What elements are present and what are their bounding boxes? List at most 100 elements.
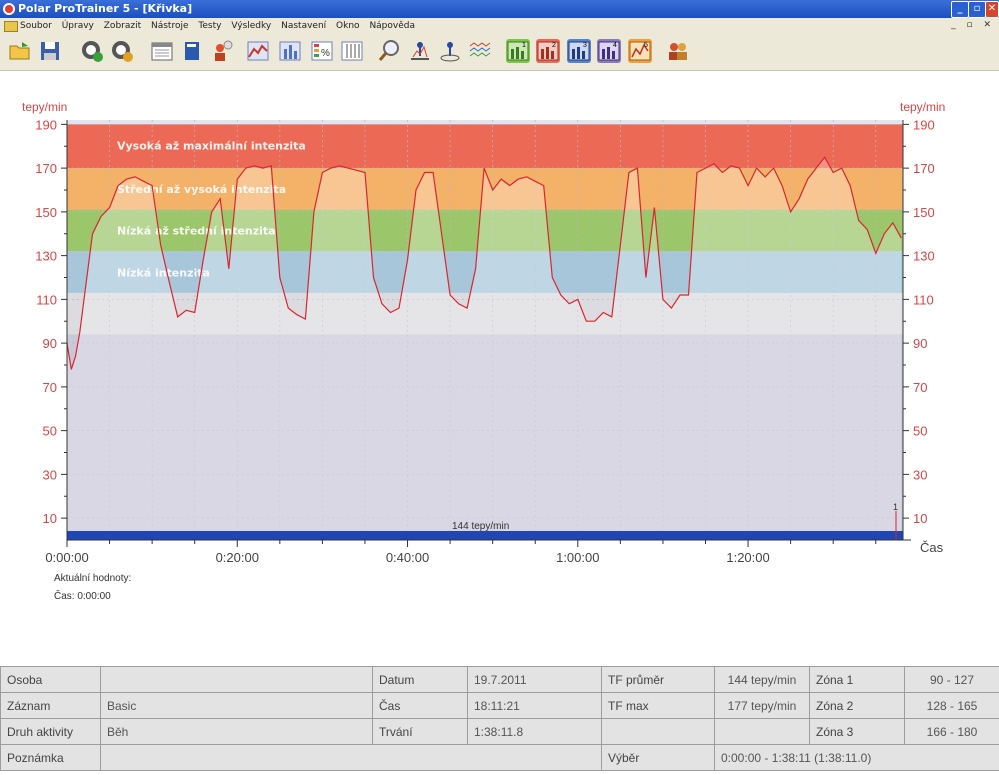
label-trvani: Trvání [372, 718, 468, 745]
value-zona-2: 128 - 165 [904, 692, 999, 719]
y-tick-label-left: 190 [35, 117, 57, 132]
menu-upravy[interactable]: Úpravy [62, 21, 94, 31]
table-row: Záznam Basic Čas 18:11:21 TF max 177 tep… [0, 692, 999, 719]
x-axis-label: Čas [920, 540, 944, 555]
menu-zobrazit[interactable]: Zobrazit [104, 21, 141, 31]
value-vyber: 0:00:00 - 1:38:11 (1:38:11.0) [714, 744, 999, 771]
save-icon[interactable] [38, 39, 62, 63]
label-vyber: Výběr [601, 744, 715, 771]
calendar-icon[interactable] [150, 39, 174, 63]
average-bar-label: 144 tepy/min [452, 521, 509, 532]
y-tick-label-right: 150 [913, 205, 935, 220]
open-folder-icon[interactable] [8, 39, 32, 63]
session-info-table: Osoba Datum 19.7.2011 TF průměr 144 tepy… [0, 666, 999, 771]
label-cas: Čas [372, 692, 468, 719]
maximize-button[interactable]: ▫ [968, 1, 986, 18]
y-tick-label-right: 130 [913, 249, 935, 264]
y-tick-label-left: 150 [35, 205, 57, 220]
menu-nastroje[interactable]: Nástroje [151, 21, 189, 31]
sync-icon[interactable] [80, 39, 104, 63]
value-trvani: 1:38:11.8 [467, 718, 602, 745]
view2-icon[interactable]: 2 [536, 39, 560, 63]
users-icon[interactable] [666, 39, 690, 63]
value-zona-3: 166 - 180 [904, 718, 999, 745]
current-time-label: Čas: 0:00:00 [54, 591, 111, 602]
view1-icon[interactable]: 1 [506, 39, 530, 63]
empty-cell [601, 718, 715, 745]
table-row: Druh aktivity Běh Trvání 1:38:11.8 Zóna … [0, 718, 999, 745]
y-tick-label-right: 110 [913, 292, 934, 307]
x-tick-label: 0:40:00 [386, 550, 429, 565]
multi-curve-icon[interactable] [468, 39, 492, 63]
top-band [67, 120, 903, 125]
close-button[interactable]: ✕ [985, 1, 999, 18]
view3-icon[interactable]: 3 [567, 39, 591, 63]
y-axis-label-right: tepy/min [900, 100, 945, 114]
mdi-controls[interactable]: _ ▫ ✕ [951, 20, 995, 30]
menu-soubor[interactable]: Soubor [20, 21, 52, 31]
lap-marker-label: 1 [893, 502, 898, 512]
menu-vysledky[interactable]: Výsledky [231, 21, 271, 31]
label-zona-2: Zóna 2 [809, 692, 905, 719]
table-row: Osoba Datum 19.7.2011 TF průměr 144 tepy… [0, 666, 999, 693]
label-tf-prumer: TF průměr [601, 666, 715, 693]
menu-nastaveni[interactable]: Nastavení [281, 21, 326, 31]
menu-testy[interactable]: Testy [198, 21, 221, 31]
heart-rate-chart[interactable]: Vysoká až maximální intenzita Střední až … [0, 71, 999, 661]
svg-text:5: 5 [644, 42, 648, 49]
value-tf-prumer: 144 tepy/min [714, 666, 810, 693]
label-zona-1: Zóna 1 [809, 666, 905, 693]
menu-bar: Soubor Úpravy Zobrazit Nástroje Testy Vý… [0, 18, 999, 34]
table-icon[interactable] [340, 39, 364, 63]
average-bar [67, 531, 903, 540]
y-axis-label-left: tepy/min [22, 100, 67, 114]
document-icon [4, 21, 18, 32]
value-osoba[interactable] [100, 666, 373, 693]
label-druh-aktivity: Druh aktivity [0, 718, 101, 745]
y-tick-label-right: 190 [913, 117, 935, 132]
settings-user-icon[interactable] [110, 39, 134, 63]
window-title: Polar ProTrainer 5 - [Křivka] [18, 2, 193, 15]
toolbar: % 1 2 3 4 5 [0, 34, 999, 71]
y-tick-label-left: 90 [43, 336, 57, 351]
label-datum: Datum [372, 666, 468, 693]
x-tick-label: 1:00:00 [556, 550, 599, 565]
window-titlebar: Polar ProTrainer 5 - [Křivka] _ ▫ ✕ [0, 0, 999, 18]
x-tick-label: 0:20:00 [216, 550, 259, 565]
svg-text:%: % [321, 48, 330, 59]
y-tick-label-right: 10 [913, 511, 927, 526]
y-tick-label-left: 110 [36, 292, 57, 307]
value-poznamka[interactable] [100, 744, 602, 771]
view4-icon[interactable]: 4 [597, 39, 621, 63]
y-tick-label-left: 130 [35, 249, 57, 264]
menu-napoveda[interactable]: Nápověda [369, 21, 415, 31]
value-druh-aktivity[interactable]: Běh [100, 718, 373, 745]
user-icon[interactable] [210, 39, 234, 63]
diary-icon[interactable] [180, 39, 204, 63]
lap-icon[interactable] [408, 39, 432, 63]
minimize-button[interactable]: _ [951, 1, 969, 18]
table-row: Poznámka Výběr 0:00:00 - 1:38:11 (1:38:1… [0, 744, 999, 771]
y-tick-label-left: 170 [35, 161, 57, 176]
value-zaznam[interactable]: Basic [100, 692, 373, 719]
zoom-icon[interactable] [378, 39, 402, 63]
percent-icon[interactable]: % [310, 39, 334, 63]
current-values-label: Aktuální hodnoty: [54, 573, 132, 584]
label-zona-3: Zóna 3 [809, 718, 905, 745]
label-zaznam: Záznam [0, 692, 101, 719]
menu-okno[interactable]: Okno [336, 21, 360, 31]
svg-text:1: 1 [522, 42, 526, 49]
label-poznamka: Poznámka [0, 744, 101, 771]
value-datum: 19.7.2011 [467, 666, 602, 693]
y-tick-label-left: 10 [43, 511, 57, 526]
value-zona-1: 90 - 127 [904, 666, 999, 693]
view5-icon[interactable]: 5 [628, 39, 652, 63]
zone-label-1: Vysoká až maximální intenzita [117, 139, 306, 152]
marker-icon[interactable] [438, 39, 462, 63]
y-tick-label-left: 50 [43, 424, 57, 439]
svg-text:4: 4 [613, 42, 617, 49]
bars-icon[interactable] [278, 39, 302, 63]
curve-icon[interactable] [246, 39, 270, 63]
svg-text:3: 3 [583, 42, 587, 49]
y-tick-label-right: 50 [913, 424, 927, 439]
